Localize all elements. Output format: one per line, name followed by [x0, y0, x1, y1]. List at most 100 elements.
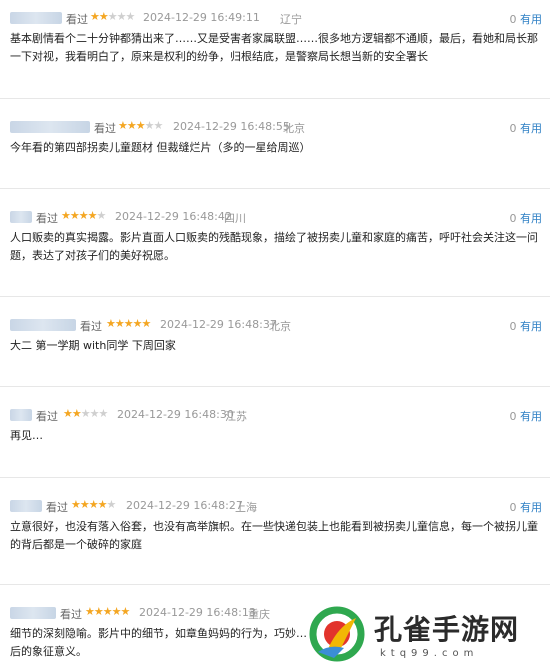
- username-blurred[interactable]: [10, 121, 90, 133]
- star-filled-icon: ★: [135, 119, 146, 132]
- useful-button[interactable]: 有用: [520, 122, 542, 135]
- star-filled-icon: ★: [79, 498, 90, 511]
- useful-button[interactable]: 有用: [520, 212, 542, 225]
- username-blurred[interactable]: [10, 409, 32, 421]
- star-rating: ★★★★★: [63, 407, 109, 420]
- review-text: 再见…: [10, 429, 43, 442]
- review-location: 上海: [235, 501, 257, 514]
- review-meta: 看过 ★★★★★ 2024-12-29 16:48:55 北京: [10, 117, 550, 137]
- useful-count: 0: [509, 410, 517, 423]
- useful-count: 0: [509, 13, 517, 26]
- star-empty-icon: ★: [98, 407, 109, 420]
- review-location: 北京: [283, 122, 305, 135]
- peacock-logo-icon: [309, 606, 365, 662]
- watched-label: 看过: [66, 13, 88, 26]
- star-filled-icon: ★: [106, 317, 116, 330]
- star-filled-icon: ★: [93, 605, 104, 618]
- review-location: 四川: [224, 212, 246, 225]
- review-meta: 看过 ★★★★★ 2024-12-29 16:48:30 江苏: [10, 405, 550, 425]
- star-empty-icon: ★: [96, 209, 107, 222]
- review-location: 北京: [269, 320, 291, 333]
- useful-count: 0: [509, 501, 517, 514]
- star-filled-icon: ★: [61, 209, 71, 222]
- star-empty-icon: ★: [144, 119, 155, 132]
- review-location: 江苏: [225, 410, 247, 423]
- star-filled-icon: ★: [87, 209, 98, 222]
- star-filled-icon: ★: [63, 407, 73, 420]
- username-blurred[interactable]: [10, 319, 76, 331]
- useful-button[interactable]: 有用: [520, 410, 542, 423]
- review-meta: 看过 ★★★★★ 2024-12-29 16:49:11 辽宁: [10, 8, 550, 28]
- star-rating: ★★★★★: [85, 605, 131, 618]
- star-empty-icon: ★: [80, 407, 91, 420]
- star-filled-icon: ★: [98, 10, 109, 23]
- useful-vote[interactable]: 0 有用: [510, 120, 543, 136]
- star-rating: ★★★★★: [61, 209, 107, 222]
- username-blurred[interactable]: [10, 500, 42, 512]
- star-rating: ★★★★★: [90, 10, 136, 23]
- watched-label: 看过: [94, 122, 116, 135]
- review-time: 2024-12-29 16:48:37: [160, 318, 277, 331]
- watched-label: 看过: [36, 410, 58, 423]
- review-divider: [0, 296, 550, 297]
- star-filled-icon: ★: [118, 119, 128, 132]
- username-blurred[interactable]: [10, 211, 32, 223]
- star-rating: ★★★★★: [118, 119, 164, 132]
- review-text: 基本剧情看个二十分钟都猜出来了……又是受害者家属联盟……很多地方逻辑都不通顺，最…: [10, 32, 538, 63]
- useful-button[interactable]: 有用: [520, 501, 542, 514]
- watched-label: 看过: [80, 320, 102, 333]
- review-divider: [0, 584, 550, 585]
- star-rating: ★★★★★: [71, 498, 117, 511]
- review-location: 重庆: [248, 608, 270, 621]
- star-filled-icon: ★: [120, 605, 131, 618]
- review-text: 大二 第一学期 with同学 下周回家: [10, 339, 176, 352]
- star-empty-icon: ★: [89, 407, 100, 420]
- useful-vote[interactable]: 0 有用: [510, 499, 543, 515]
- review-time: 2024-12-29 16:49:11: [143, 11, 260, 24]
- useful-count: 0: [509, 212, 517, 225]
- star-filled-icon: ★: [78, 209, 89, 222]
- useful-vote[interactable]: 0 有用: [510, 318, 543, 334]
- watched-label: 看过: [46, 501, 68, 514]
- review-time: 2024-12-29 16:48:30: [117, 408, 234, 421]
- review-meta: 看过 ★★★★★ 2024-12-29 16:48:42 四川: [10, 207, 550, 227]
- review-text: 立意很好，也没有落入俗套，也没有高举旗帜。在一些快递包装上也能看到被拐卖儿童信息…: [10, 520, 538, 551]
- review-text: 人口贩卖的真实揭露。影片直面人口贩卖的残酷现象，描绘了被拐卖儿童和家庭的痛苦，呼…: [10, 231, 538, 262]
- review-time: 2024-12-29 16:48:55: [173, 120, 290, 133]
- review-time: 2024-12-29 16:48:27: [126, 499, 243, 512]
- star-filled-icon: ★: [141, 317, 152, 330]
- star-filled-icon: ★: [97, 498, 108, 511]
- watched-label: 看过: [60, 608, 82, 621]
- review-divider: [0, 477, 550, 478]
- watermark-title: 孔雀手游网: [374, 613, 520, 646]
- star-filled-icon: ★: [85, 605, 95, 618]
- useful-button[interactable]: 有用: [520, 320, 542, 333]
- star-filled-icon: ★: [69, 209, 80, 222]
- review-divider: [0, 98, 550, 99]
- star-filled-icon: ★: [90, 10, 100, 23]
- review-location: 辽宁: [280, 13, 302, 26]
- star-filled-icon: ★: [71, 407, 82, 420]
- useful-button[interactable]: 有用: [520, 13, 542, 26]
- useful-vote[interactable]: 0 有用: [510, 210, 543, 226]
- review-time: 2024-12-29 16:48:42: [115, 210, 232, 223]
- star-rating: ★★★★★: [106, 317, 152, 330]
- star-empty-icon: ★: [106, 498, 117, 511]
- useful-vote[interactable]: 0 有用: [510, 11, 543, 27]
- star-filled-icon: ★: [102, 605, 113, 618]
- star-empty-icon: ★: [107, 10, 118, 23]
- useful-count: 0: [509, 122, 517, 135]
- star-filled-icon: ★: [132, 317, 143, 330]
- username-blurred[interactable]: [10, 607, 56, 619]
- username-blurred[interactable]: [10, 12, 62, 24]
- star-filled-icon: ★: [88, 498, 99, 511]
- star-empty-icon: ★: [116, 10, 127, 23]
- star-filled-icon: ★: [71, 498, 81, 511]
- useful-vote[interactable]: 0 有用: [510, 408, 543, 424]
- watched-label: 看过: [36, 212, 58, 225]
- star-filled-icon: ★: [114, 317, 125, 330]
- review-meta: 看过 ★★★★★ 2024-12-29 16:48:37 北京: [10, 315, 550, 335]
- star-empty-icon: ★: [125, 10, 136, 23]
- star-empty-icon: ★: [153, 119, 164, 132]
- review-text: 细节的深刻隐喻。影片中的细节，如章鱼妈妈的行为，巧妙…后的象征意义。: [10, 627, 307, 658]
